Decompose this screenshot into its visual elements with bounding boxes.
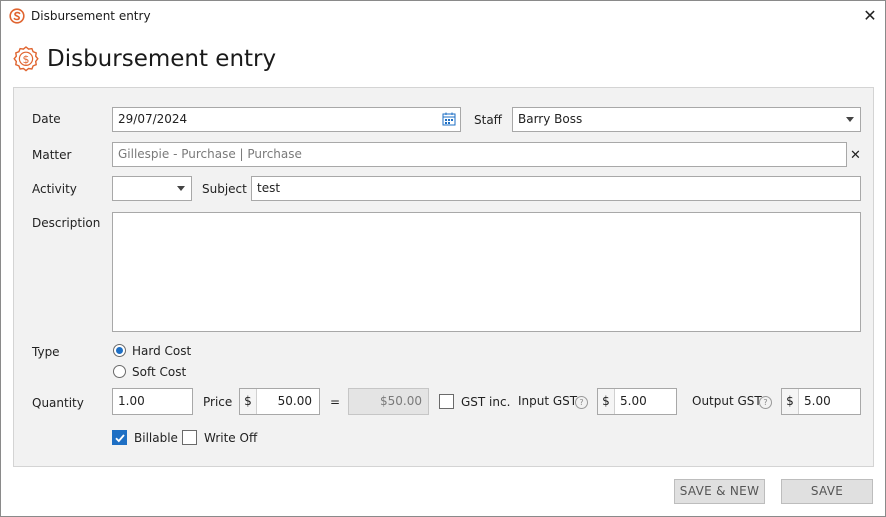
activity-label: Activity <box>32 182 77 196</box>
close-icon: ✕ <box>863 6 877 25</box>
quantity-label: Quantity <box>32 396 84 410</box>
description-label: Description <box>32 216 101 230</box>
chevron-down-icon <box>846 117 854 122</box>
close-button[interactable]: ✕ <box>859 5 881 27</box>
save-and-new-button[interactable]: SAVE & NEW <box>674 479 765 504</box>
date-label: Date <box>32 112 61 126</box>
checkmark-icon <box>115 434 125 443</box>
total-value: $50.00 <box>380 394 422 408</box>
subject-value: test <box>257 181 281 195</box>
price-value: 50.00 <box>277 394 312 408</box>
output-gst-currency: $ <box>782 389 799 414</box>
write-off-label[interactable]: Write Off <box>204 431 257 445</box>
input-gst-label: Input GST <box>518 394 578 408</box>
app-logo-icon <box>9 8 25 24</box>
total-amount: $50.00 <box>348 388 429 415</box>
quantity-input[interactable]: 1.00 <box>112 388 193 415</box>
chevron-down-icon <box>177 186 185 191</box>
staff-value: Barry Boss <box>518 112 583 126</box>
description-textarea[interactable] <box>112 212 861 332</box>
page-title: Disbursement entry <box>47 46 277 72</box>
input-gst-currency: $ <box>598 389 615 414</box>
gst-inc-label[interactable]: GST inc. <box>461 395 510 409</box>
activity-select[interactable] <box>112 176 192 201</box>
form-panel: Date 29/07/2024 Staff Barry Boss Matter … <box>13 87 874 467</box>
quantity-value: 1.00 <box>118 394 145 408</box>
matter-value: Gillespie - Purchase | Purchase <box>118 147 302 161</box>
input-gst-input[interactable]: $ 5.00 <box>597 388 677 415</box>
title-bar: Disbursement entry ✕ <box>1 1 885 31</box>
gst-inc-checkbox[interactable] <box>439 394 454 409</box>
matter-input[interactable]: Gillespie - Purchase | Purchase <box>112 142 847 167</box>
price-label: Price <box>203 395 233 409</box>
output-gst-value: 5.00 <box>804 394 831 408</box>
price-currency: $ <box>240 389 257 414</box>
calendar-icon[interactable] <box>442 112 456 126</box>
save-button[interactable]: SAVE <box>781 479 873 504</box>
equals-sign: = <box>330 395 341 409</box>
matter-label: Matter <box>32 148 72 162</box>
hard-cost-radio[interactable] <box>113 344 126 357</box>
clear-matter-icon[interactable]: ✕ <box>850 148 861 163</box>
soft-cost-label[interactable]: Soft Cost <box>132 365 186 379</box>
date-input[interactable]: 29/07/2024 <box>112 107 461 132</box>
dialog-window: Disbursement entry ✕ $ Disbursement entr… <box>0 0 886 517</box>
billable-label[interactable]: Billable <box>134 431 178 445</box>
svg-text:$: $ <box>23 53 30 66</box>
soft-cost-radio[interactable] <box>113 365 126 378</box>
subject-label: Subject <box>202 182 247 196</box>
subject-input[interactable]: test <box>251 176 861 201</box>
staff-label: Staff <box>474 113 502 127</box>
write-off-checkbox[interactable] <box>182 430 197 445</box>
output-gst-label: Output GST <box>692 394 762 408</box>
output-gst-input[interactable]: $ 5.00 <box>781 388 861 415</box>
dollar-badge-icon: $ <box>13 46 39 72</box>
price-input[interactable]: $ 50.00 <box>239 388 320 415</box>
hard-cost-label[interactable]: Hard Cost <box>132 344 191 358</box>
window-title: Disbursement entry <box>31 9 151 23</box>
billable-checkbox[interactable] <box>112 430 127 445</box>
type-label: Type <box>32 345 60 359</box>
help-circle-icon[interactable]: ? <box>759 396 772 409</box>
input-gst-value: 5.00 <box>620 394 647 408</box>
date-value: 29/07/2024 <box>118 112 188 126</box>
help-circle-icon[interactable]: ? <box>575 396 588 409</box>
staff-select[interactable]: Barry Boss <box>512 107 861 132</box>
